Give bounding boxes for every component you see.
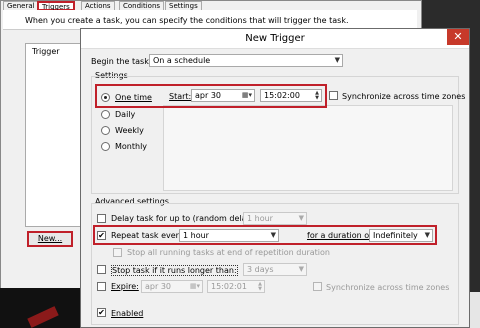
new-trigger-button[interactable]: New... xyxy=(27,231,73,247)
stop-if-longer-label: Stop task if it runs longer than: xyxy=(111,265,238,276)
trigger-list[interactable]: Trigger xyxy=(25,43,85,227)
expire-sync-checkbox[interactable] xyxy=(313,282,322,291)
duration-value: Indefinitely xyxy=(373,231,418,240)
duration-select[interactable]: Indefinitely ▼ xyxy=(369,229,433,242)
chevron-down-icon: ▼ xyxy=(424,231,430,239)
calendar-icon: ▦▾ xyxy=(189,282,200,290)
chevron-down-icon: ▼ xyxy=(298,214,304,222)
expire-sync-label: Synchronize across time zones xyxy=(326,283,450,292)
close-icon: ✕ xyxy=(453,30,463,43)
sync-time-zones-checkbox[interactable] xyxy=(329,91,338,100)
new-trigger-dialog: New Trigger ✕ Begin the task: On a sched… xyxy=(80,28,470,328)
stop-if-longer-select[interactable]: 3 days ▼ xyxy=(243,263,307,276)
spinner-icon: ▲ ▼ xyxy=(258,281,262,292)
chevron-down-icon: ▼ xyxy=(298,265,304,273)
begin-task-value: On a schedule xyxy=(153,56,211,65)
sync-time-zones-label: Synchronize across time zones xyxy=(342,92,466,101)
radio-monthly[interactable] xyxy=(101,142,110,151)
radio-daily-label: Daily xyxy=(115,110,136,119)
radio-weekly[interactable] xyxy=(101,126,110,135)
expire-checkbox[interactable] xyxy=(97,282,106,291)
title-bar[interactable]: New Trigger ✕ xyxy=(81,29,469,49)
repeat-task-label: Repeat task every: xyxy=(111,231,186,240)
enabled-checkbox[interactable]: ✔ xyxy=(97,308,106,317)
dialog-title: New Trigger xyxy=(245,33,305,44)
chevron-down-icon: ▼ xyxy=(334,56,340,64)
check-icon: ✔ xyxy=(98,308,105,317)
highlight-start-settings xyxy=(95,84,327,108)
expire-time-value: 15:02:01 xyxy=(211,282,247,291)
expire-label: Expire: xyxy=(111,282,139,291)
column-header-trigger: Trigger xyxy=(32,47,60,56)
close-button[interactable]: ✕ xyxy=(447,29,469,45)
delay-select[interactable]: 1 hour ▼ xyxy=(243,212,307,225)
stop-running-tasks-checkbox[interactable] xyxy=(113,248,122,257)
begin-task-select[interactable]: On a schedule ▼ xyxy=(149,54,343,67)
description-panel: When you create a task, you can specify … xyxy=(3,10,417,30)
schedule-details-panel xyxy=(163,105,453,191)
radio-weekly-label: Weekly xyxy=(115,126,144,135)
repeat-task-checkbox[interactable]: ✔ xyxy=(97,231,106,240)
repeat-interval-select[interactable]: 1 hour ▼ xyxy=(179,229,279,242)
begin-task-label: Begin the task: xyxy=(91,57,152,66)
radio-monthly-label: Monthly xyxy=(115,142,148,151)
expire-date-picker[interactable]: apr 30 ▦▾ xyxy=(141,280,203,293)
stop-if-longer-checkbox[interactable] xyxy=(97,265,106,274)
stop-if-longer-value: 3 days xyxy=(247,265,274,274)
check-icon: ✔ xyxy=(98,231,105,240)
enabled-label: Enabled xyxy=(111,309,144,318)
chevron-down-icon: ▼ xyxy=(270,231,276,239)
delay-value: 1 hour xyxy=(247,214,273,223)
expire-time-spinner[interactable]: 15:02:01 ▲ ▼ xyxy=(207,280,265,293)
repeat-interval-value: 1 hour xyxy=(183,231,209,240)
radio-daily[interactable] xyxy=(101,110,110,119)
delay-task-label: Delay task for up to (random delay): xyxy=(111,214,258,223)
expire-date-value: apr 30 xyxy=(145,282,171,291)
duration-label: for a duration of: xyxy=(307,231,375,240)
stop-running-tasks-label: Stop all running tasks at end of repetit… xyxy=(127,248,330,257)
delay-task-checkbox[interactable] xyxy=(97,214,106,223)
description-text: When you create a task, you can specify … xyxy=(25,16,349,25)
